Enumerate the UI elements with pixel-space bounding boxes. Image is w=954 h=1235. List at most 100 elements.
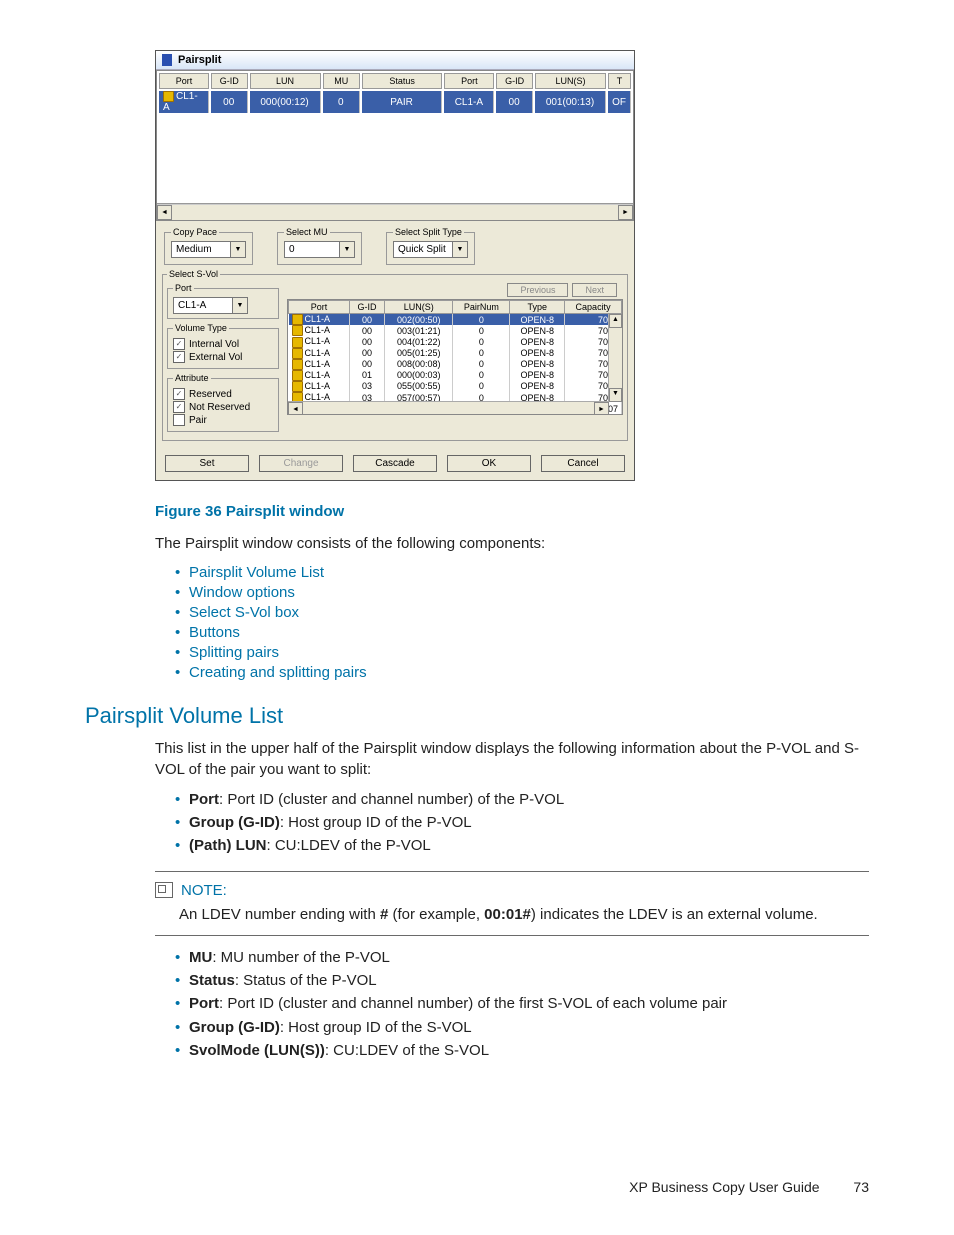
col-gid2[interactable]: G-ID [496, 73, 533, 89]
scroll-right-icon[interactable]: ► [618, 205, 633, 220]
chevron-down-icon[interactable]: ▼ [232, 298, 247, 313]
port-select[interactable]: CL1-A ▼ [173, 297, 248, 314]
set-button[interactable]: Set [165, 455, 249, 472]
external-vol-checkbox[interactable]: ✓External Vol [173, 351, 273, 363]
col-gid[interactable]: G-ID [211, 73, 248, 89]
list-item: Port: Port ID (cluster and channel numbe… [175, 994, 869, 1014]
col-status[interactable]: Status [362, 73, 443, 89]
table-row[interactable]: CL1-A00008(00:08)0OPEN-87007 [289, 359, 622, 370]
select-mu-select[interactable]: 0 ▼ [284, 241, 355, 258]
volume-icon [292, 337, 303, 348]
volume-icon [292, 325, 303, 336]
note-icon [155, 882, 173, 898]
col-header[interactable]: Capacity [565, 301, 622, 314]
svol-table[interactable]: PortG-IDLUN(S)PairNumTypeCapacity CL1-A0… [287, 299, 623, 415]
attribute-group: Attribute ✓Reserved ✓Not Reserved Pair [167, 373, 279, 432]
info-list: Port: Port ID (cluster and channel numbe… [175, 790, 869, 857]
cascade-button[interactable]: Cascade [353, 455, 437, 472]
ok-button[interactable]: OK [447, 455, 531, 472]
scroll-up-icon[interactable]: ▲ [609, 314, 622, 328]
chevron-down-icon[interactable]: ▼ [452, 242, 467, 257]
split-type-select[interactable]: Quick Split ▼ [393, 241, 468, 258]
note-body: An LDEV number ending with # (for exampl… [179, 905, 869, 925]
chevron-down-icon[interactable]: ▼ [230, 242, 245, 257]
col-header[interactable]: Port [289, 301, 350, 314]
copy-pace-select[interactable]: Medium ▼ [171, 241, 246, 258]
col-header[interactable]: PairNum [453, 301, 510, 314]
table-row[interactable]: CL1-A00004(01:22)0OPEN-87007 [289, 336, 622, 347]
col-port2[interactable]: Port [444, 73, 494, 89]
cancel-button[interactable]: Cancel [541, 455, 625, 472]
window-icon [162, 54, 172, 66]
h-scrollbar[interactable]: ◄ ► [157, 204, 633, 220]
list-item: Group (G-ID): Host group ID of the S-VOL [175, 1018, 869, 1038]
link-item[interactable]: Creating and splitting pairs [175, 664, 869, 681]
list-item: Status: Status of the P-VOL [175, 971, 869, 991]
list-item: Group (G-ID): Host group ID of the P-VOL [175, 813, 869, 833]
volume-icon [163, 91, 174, 102]
col-header[interactable]: Type [510, 301, 565, 314]
reserved-checkbox[interactable]: ✓Reserved [173, 388, 273, 400]
scroll-left-icon[interactable]: ◄ [157, 205, 172, 220]
col-luns[interactable]: LUN(S) [535, 73, 606, 89]
table-row[interactable]: CL1-A00002(00:50)0OPEN-87007 [289, 314, 622, 326]
volume-list-table[interactable]: Port G-ID LUN MU Status Port G-ID LUN(S)… [156, 70, 634, 221]
table-row[interactable]: CL1-A03055(00:55)0OPEN-87007 [289, 381, 622, 392]
table-row[interactable]: CL1-A 00 000(00:12) 0 PAIR CL1-A 00 001(… [159, 91, 631, 113]
list-item: (Path) LUN: CU:LDEV of the P-VOL [175, 836, 869, 856]
note-label: NOTE: [181, 882, 227, 899]
col-header[interactable]: LUN(S) [385, 301, 453, 314]
title-bar: Pairsplit [156, 51, 634, 70]
col-lun[interactable]: LUN [250, 73, 321, 89]
link-item[interactable]: Window options [175, 584, 869, 601]
component-links: Pairsplit Volume List Window options Selec… [175, 564, 869, 681]
footer-title: XP Business Copy User Guide [629, 1179, 819, 1195]
pairsplit-window: Pairsplit Port G-ID LUN MU Status Port G… [155, 50, 635, 481]
link-item[interactable]: Select S-Vol box [175, 604, 869, 621]
link-item[interactable]: Splitting pairs [175, 644, 869, 661]
volume-icon [292, 314, 303, 325]
h-scrollbar[interactable]: ◄ ► [288, 401, 609, 414]
col-header[interactable]: G-ID [349, 301, 384, 314]
volume-icon [292, 359, 303, 370]
not-reserved-checkbox[interactable]: ✓Not Reserved [173, 401, 273, 413]
volume-icon [292, 348, 303, 359]
next-button[interactable]: Next [572, 283, 617, 297]
scroll-right-icon[interactable]: ► [594, 402, 609, 415]
table-empty-area [157, 115, 633, 204]
window-title: Pairsplit [178, 54, 221, 66]
table-row[interactable]: CL1-A00003(01:21)0OPEN-87007 [289, 325, 622, 336]
link-item[interactable]: Pairsplit Volume List [175, 564, 869, 581]
table-row[interactable]: CL1-A00005(01:25)0OPEN-87007 [289, 348, 622, 359]
select-svol-group: Select S-Vol Port CL1-A ▼ Volume Type ✓I… [162, 269, 628, 441]
volume-type-group: Volume Type ✓Internal Vol ✓External Vol [167, 323, 279, 369]
list-item: SvolMode (LUN(S)): CU:LDEV of the S-VOL [175, 1041, 869, 1061]
section-heading: Pairsplit Volume List [85, 703, 869, 729]
note-block: NOTE: An LDEV number ending with # (for … [155, 871, 869, 936]
change-button[interactable]: Change [259, 455, 343, 472]
volume-icon [292, 381, 303, 392]
split-type-group: Select Split Type Quick Split ▼ [386, 227, 475, 265]
body-text: This list in the upper half of the Pairs… [155, 739, 869, 780]
chevron-down-icon[interactable]: ▼ [339, 242, 354, 257]
page-number: 73 [853, 1179, 869, 1195]
copy-pace-group: Copy Pace Medium ▼ [164, 227, 253, 265]
volume-icon [292, 370, 303, 381]
col-port[interactable]: Port [159, 73, 209, 89]
internal-vol-checkbox[interactable]: ✓Internal Vol [173, 338, 273, 350]
list-item: MU: MU number of the P-VOL [175, 948, 869, 968]
scroll-left-icon[interactable]: ◄ [288, 402, 303, 415]
pair-checkbox[interactable]: Pair [173, 414, 273, 426]
body-text: The Pairsplit window consists of the fol… [155, 534, 869, 554]
table-row[interactable]: CL1-A01000(00:03)0OPEN-87007 [289, 370, 622, 381]
previous-button[interactable]: Previous [507, 283, 568, 297]
scroll-down-icon[interactable]: ▼ [609, 388, 622, 402]
col-t[interactable]: T [608, 73, 631, 89]
list-item: Port: Port ID (cluster and channel numbe… [175, 790, 869, 810]
port-group: Port CL1-A ▼ [167, 283, 279, 319]
select-mu-group: Select MU 0 ▼ [277, 227, 362, 265]
v-scrollbar[interactable]: ▲ ▼ [608, 314, 622, 402]
page-footer: XP Business Copy User Guide 73 [629, 1179, 869, 1195]
col-mu[interactable]: MU [323, 73, 360, 89]
link-item[interactable]: Buttons [175, 624, 869, 641]
